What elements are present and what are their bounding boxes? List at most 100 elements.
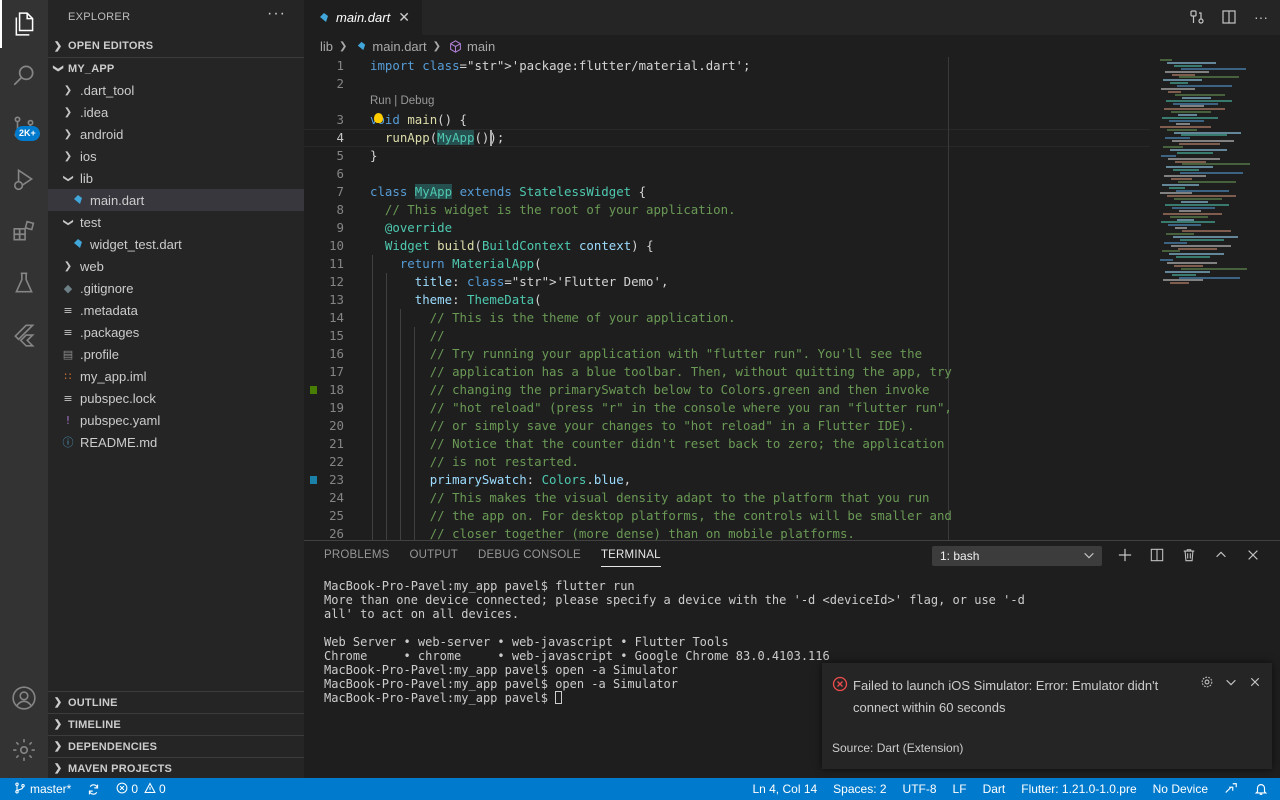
close-icon[interactable] <box>1248 675 1262 689</box>
git-file-icon: ◆ <box>63 281 73 295</box>
chevron-down-icon <box>1082 548 1096 565</box>
cursor-position[interactable]: Ln 4, Col 14 <box>744 778 825 800</box>
code-line: // <box>429 328 445 343</box>
device-selector[interactable]: No Device <box>1145 778 1216 800</box>
tree-item[interactable]: ⓘ README.md <box>48 431 304 453</box>
tree-item[interactable]: ∷ my_app.iml <box>48 365 304 387</box>
tree-item[interactable]: ≡ .metadata <box>48 299 304 321</box>
close-icon[interactable]: ✕ <box>398 9 410 26</box>
indentation[interactable]: Spaces: 2 <box>825 778 894 800</box>
line-number: 6 <box>336 166 344 181</box>
minimap-line <box>1164 241 1187 244</box>
section-maven-projects[interactable]: ❯ MAVEN PROJECTS <box>48 757 304 779</box>
new-terminal-icon[interactable] <box>1116 546 1134 564</box>
explorer-icon[interactable] <box>0 0 48 48</box>
lightbulb-icon[interactable] <box>374 113 383 123</box>
minimap-line <box>1163 279 1203 282</box>
line-number: 17 <box>329 364 344 379</box>
tab-main-dart[interactable]: main.dart ✕ <box>304 0 422 35</box>
code-line: // application has a blue toolbar. Then,… <box>429 364 952 379</box>
tree-item[interactable]: ❯ web <box>48 255 304 277</box>
manage-gear-icon[interactable] <box>0 726 48 774</box>
tab-output[interactable]: OUTPUT <box>410 549 458 567</box>
modified-line-marker[interactable] <box>310 476 317 484</box>
flutter-icon[interactable] <box>0 311 48 359</box>
tree-item-label: main.dart <box>90 192 145 208</box>
tree-item[interactable]: ❯ ios <box>48 145 304 167</box>
breadcrumb-lib[interactable]: lib <box>320 39 333 54</box>
tree-item[interactable]: ▤ .profile <box>48 343 304 365</box>
minimap-line <box>1181 267 1247 270</box>
tree-item-label: README.md <box>80 434 158 450</box>
chevron-down-icon[interactable] <box>1224 675 1238 689</box>
split-editor-icon[interactable] <box>1220 8 1238 26</box>
vertical-scrollbar[interactable] <box>1266 57 1280 540</box>
branch-icon <box>14 782 26 797</box>
extensions-icon[interactable] <box>0 207 48 255</box>
section-my-app[interactable]: ❯ MY_APP <box>48 57 304 79</box>
close-panel-icon[interactable] <box>1244 546 1262 564</box>
terminal-line-text: Web Server • web-server • web-javascript… <box>324 635 729 649</box>
gear-icon[interactable] <box>1200 675 1214 689</box>
minimap[interactable] <box>1156 57 1266 297</box>
chevron-down-icon: ❯ <box>62 217 74 227</box>
line-number: 15 <box>329 328 344 343</box>
search-icon[interactable] <box>0 51 48 99</box>
minimap-line <box>1166 166 1213 169</box>
language-mode[interactable]: Dart <box>975 778 1014 800</box>
minimap-line <box>1169 119 1204 122</box>
tab-terminal[interactable]: TERMINAL <box>600 549 661 567</box>
open-changes-icon[interactable] <box>1188 8 1206 26</box>
minimap-line <box>1170 82 1188 85</box>
more-actions-icon[interactable]: ··· <box>267 5 286 23</box>
tree-item[interactable]: widget_test.dart <box>48 233 304 255</box>
code-editor[interactable]: Run | Debug 1 import class="str">'package… <box>304 57 1280 540</box>
section-outline[interactable]: ❯ OUTLINE <box>48 691 304 713</box>
run-debug-icon[interactable] <box>0 155 48 203</box>
tree-item[interactable]: ≡ pubspec.lock <box>48 387 304 409</box>
tree-item[interactable]: ! pubspec.yaml <box>48 409 304 431</box>
terminal-cursor <box>555 691 563 704</box>
code-line: // is not restarted. <box>429 454 579 469</box>
tree-item[interactable]: ❯ test <box>48 211 304 233</box>
terminal-select[interactable]: 1: bash <box>932 546 1102 566</box>
code-line: // Try running your application with "fl… <box>429 346 923 361</box>
section-open-editors[interactable]: ❯ OPEN EDITORS <box>48 35 304 57</box>
account-icon[interactable] <box>0 674 48 722</box>
line-number: 16 <box>329 346 344 361</box>
feedback-icon[interactable] <box>1216 778 1246 800</box>
indent-guide <box>414 327 415 540</box>
tab-problems[interactable]: PROBLEMS <box>324 549 390 567</box>
tab-debug-console[interactable]: DEBUG CONSOLE <box>478 549 581 567</box>
codelens-run-debug[interactable]: Run | Debug <box>370 95 434 107</box>
minimap-line <box>1170 148 1227 151</box>
flutter-version[interactable]: Flutter: 1.21.0-1.0.pre <box>1013 778 1144 800</box>
split-terminal-icon[interactable] <box>1148 546 1166 564</box>
minimap-line <box>1182 96 1211 99</box>
branch-indicator[interactable]: master* <box>0 778 79 800</box>
trash-icon[interactable] <box>1180 546 1198 564</box>
encoding[interactable]: UTF-8 <box>895 778 945 800</box>
section-dependencies[interactable]: ❯ DEPENDENCIES <box>48 735 304 757</box>
end-of-line[interactable]: LF <box>945 778 975 800</box>
added-line-marker[interactable] <box>310 386 317 394</box>
maximize-panel-icon[interactable] <box>1212 546 1230 564</box>
terminal-line-text: MacBook-Pro-Pavel:my_app pavel$ open -a … <box>324 663 679 677</box>
tree-item[interactable]: ◆ .gitignore <box>48 277 304 299</box>
tree-item[interactable]: ❯ android <box>48 123 304 145</box>
tree-item[interactable]: ❯ .idea <box>48 101 304 123</box>
tree-item[interactable]: main.dart <box>48 189 304 211</box>
section-timeline[interactable]: ❯ TIMELINE <box>48 713 304 735</box>
tree-item[interactable]: ❯ lib <box>48 167 304 189</box>
more-actions-icon[interactable]: ··· <box>1252 8 1270 26</box>
notifications-bell-icon[interactable] <box>1246 778 1280 800</box>
breadcrumb-symbol[interactable]: main <box>467 39 495 54</box>
breadcrumb-file[interactable]: main.dart <box>372 39 426 54</box>
tree-item[interactable]: ❯ .dart_tool <box>48 79 304 101</box>
tree-item[interactable]: ≡ .packages <box>48 321 304 343</box>
terminal-line-text: Chrome • chrome • web-javascript • Googl… <box>324 649 830 663</box>
sync-icon[interactable] <box>79 778 108 800</box>
testing-icon[interactable] <box>0 259 48 307</box>
text-cursor <box>490 130 492 146</box>
problems-indicator[interactable]: 0 0 <box>108 778 173 800</box>
